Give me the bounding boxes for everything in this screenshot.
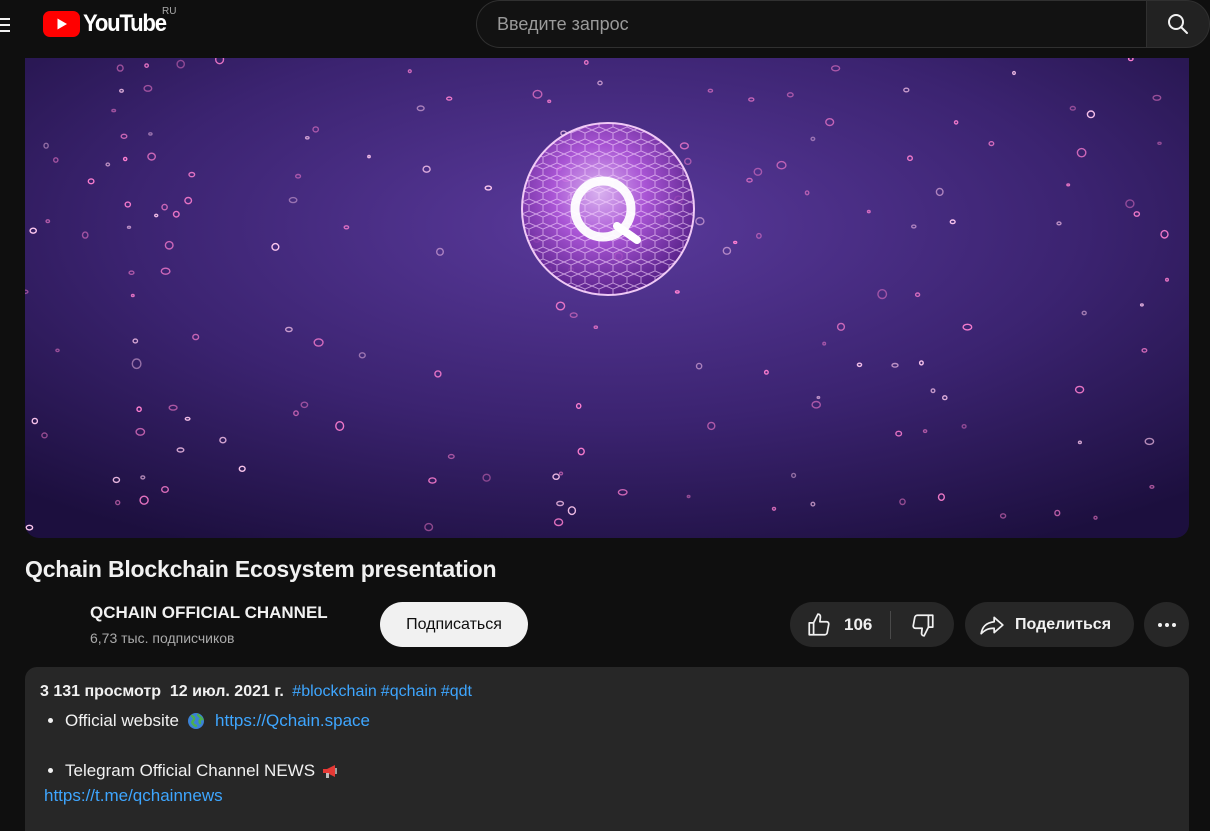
share-button[interactable]: Поделиться — [965, 602, 1134, 647]
globe-emoji-icon — [188, 712, 205, 729]
description-line: https://t.me/qchainnews — [40, 783, 1174, 808]
view-count: 3 131 просмотр — [40, 683, 161, 700]
upload-date: 12 июл. 2021 г. — [169, 683, 284, 700]
description-line: Official website https://Qchain.space — [40, 708, 1174, 733]
dislike-button[interactable] — [891, 602, 954, 647]
telegram-label: Telegram Official Channel NEWS — [65, 760, 316, 780]
share-label: Поделиться — [1015, 615, 1112, 633]
like-button[interactable]: 106 — [790, 602, 890, 647]
hashtag-link[interactable]: #blockchain — [292, 683, 377, 700]
description-box[interactable]: 3 131 просмотр 12 июл. 2021 г. #blockcha… — [25, 667, 1189, 831]
thumb-down-icon — [911, 613, 934, 637]
website-label: Official website — [65, 710, 180, 730]
bullet — [48, 718, 53, 723]
menu-icon[interactable] — [0, 14, 14, 36]
like-count: 106 — [844, 614, 873, 634]
hashtag-link[interactable]: #qdt — [441, 683, 472, 700]
video-player[interactable] — [25, 58, 1189, 538]
more-icon — [1157, 622, 1176, 627]
like-dislike-group: 106 — [790, 602, 954, 647]
video-frame — [25, 58, 1189, 538]
more-actions-button[interactable] — [1144, 602, 1189, 647]
search-input[interactable] — [476, 0, 1147, 48]
region-code: RU — [162, 6, 177, 17]
video-title: Qchain Blockchain Ecosystem presentation — [25, 556, 497, 582]
sphere-logo — [521, 122, 695, 296]
youtube-logo-icon — [43, 11, 80, 37]
description-line: Telegram Official Channel NEWS — [40, 758, 1174, 783]
website-link[interactable]: https://Qchain.space — [215, 711, 370, 731]
subscribe-button[interactable]: Подписаться — [380, 602, 528, 647]
video-meta: 3 131 просмотр 12 июл. 2021 г. #blockcha… — [40, 683, 1174, 705]
megaphone-emoji-icon — [323, 764, 338, 778]
search-bar — [476, 0, 1210, 48]
search-button[interactable] — [1146, 0, 1210, 48]
description-blank-line — [40, 733, 1174, 758]
thumb-up-icon — [808, 612, 830, 636]
telegram-link[interactable]: https://t.me/qchainnews — [44, 786, 223, 806]
youtube-logo[interactable]: YouTube — [43, 10, 173, 37]
search-icon — [1168, 14, 1189, 34]
top-bar: YouTube RU — [0, 0, 1210, 58]
logo-text: YouTube — [83, 10, 167, 37]
channel-name[interactable]: QCHAIN OFFICIAL CHANNEL — [90, 603, 328, 623]
channel-avatar[interactable] — [25, 601, 73, 649]
bullet — [48, 768, 53, 773]
hashtag-link[interactable]: #qchain — [381, 683, 437, 700]
share-icon — [980, 616, 1004, 635]
subscriber-count: 6,73 тыс. подписчиков — [90, 630, 235, 646]
